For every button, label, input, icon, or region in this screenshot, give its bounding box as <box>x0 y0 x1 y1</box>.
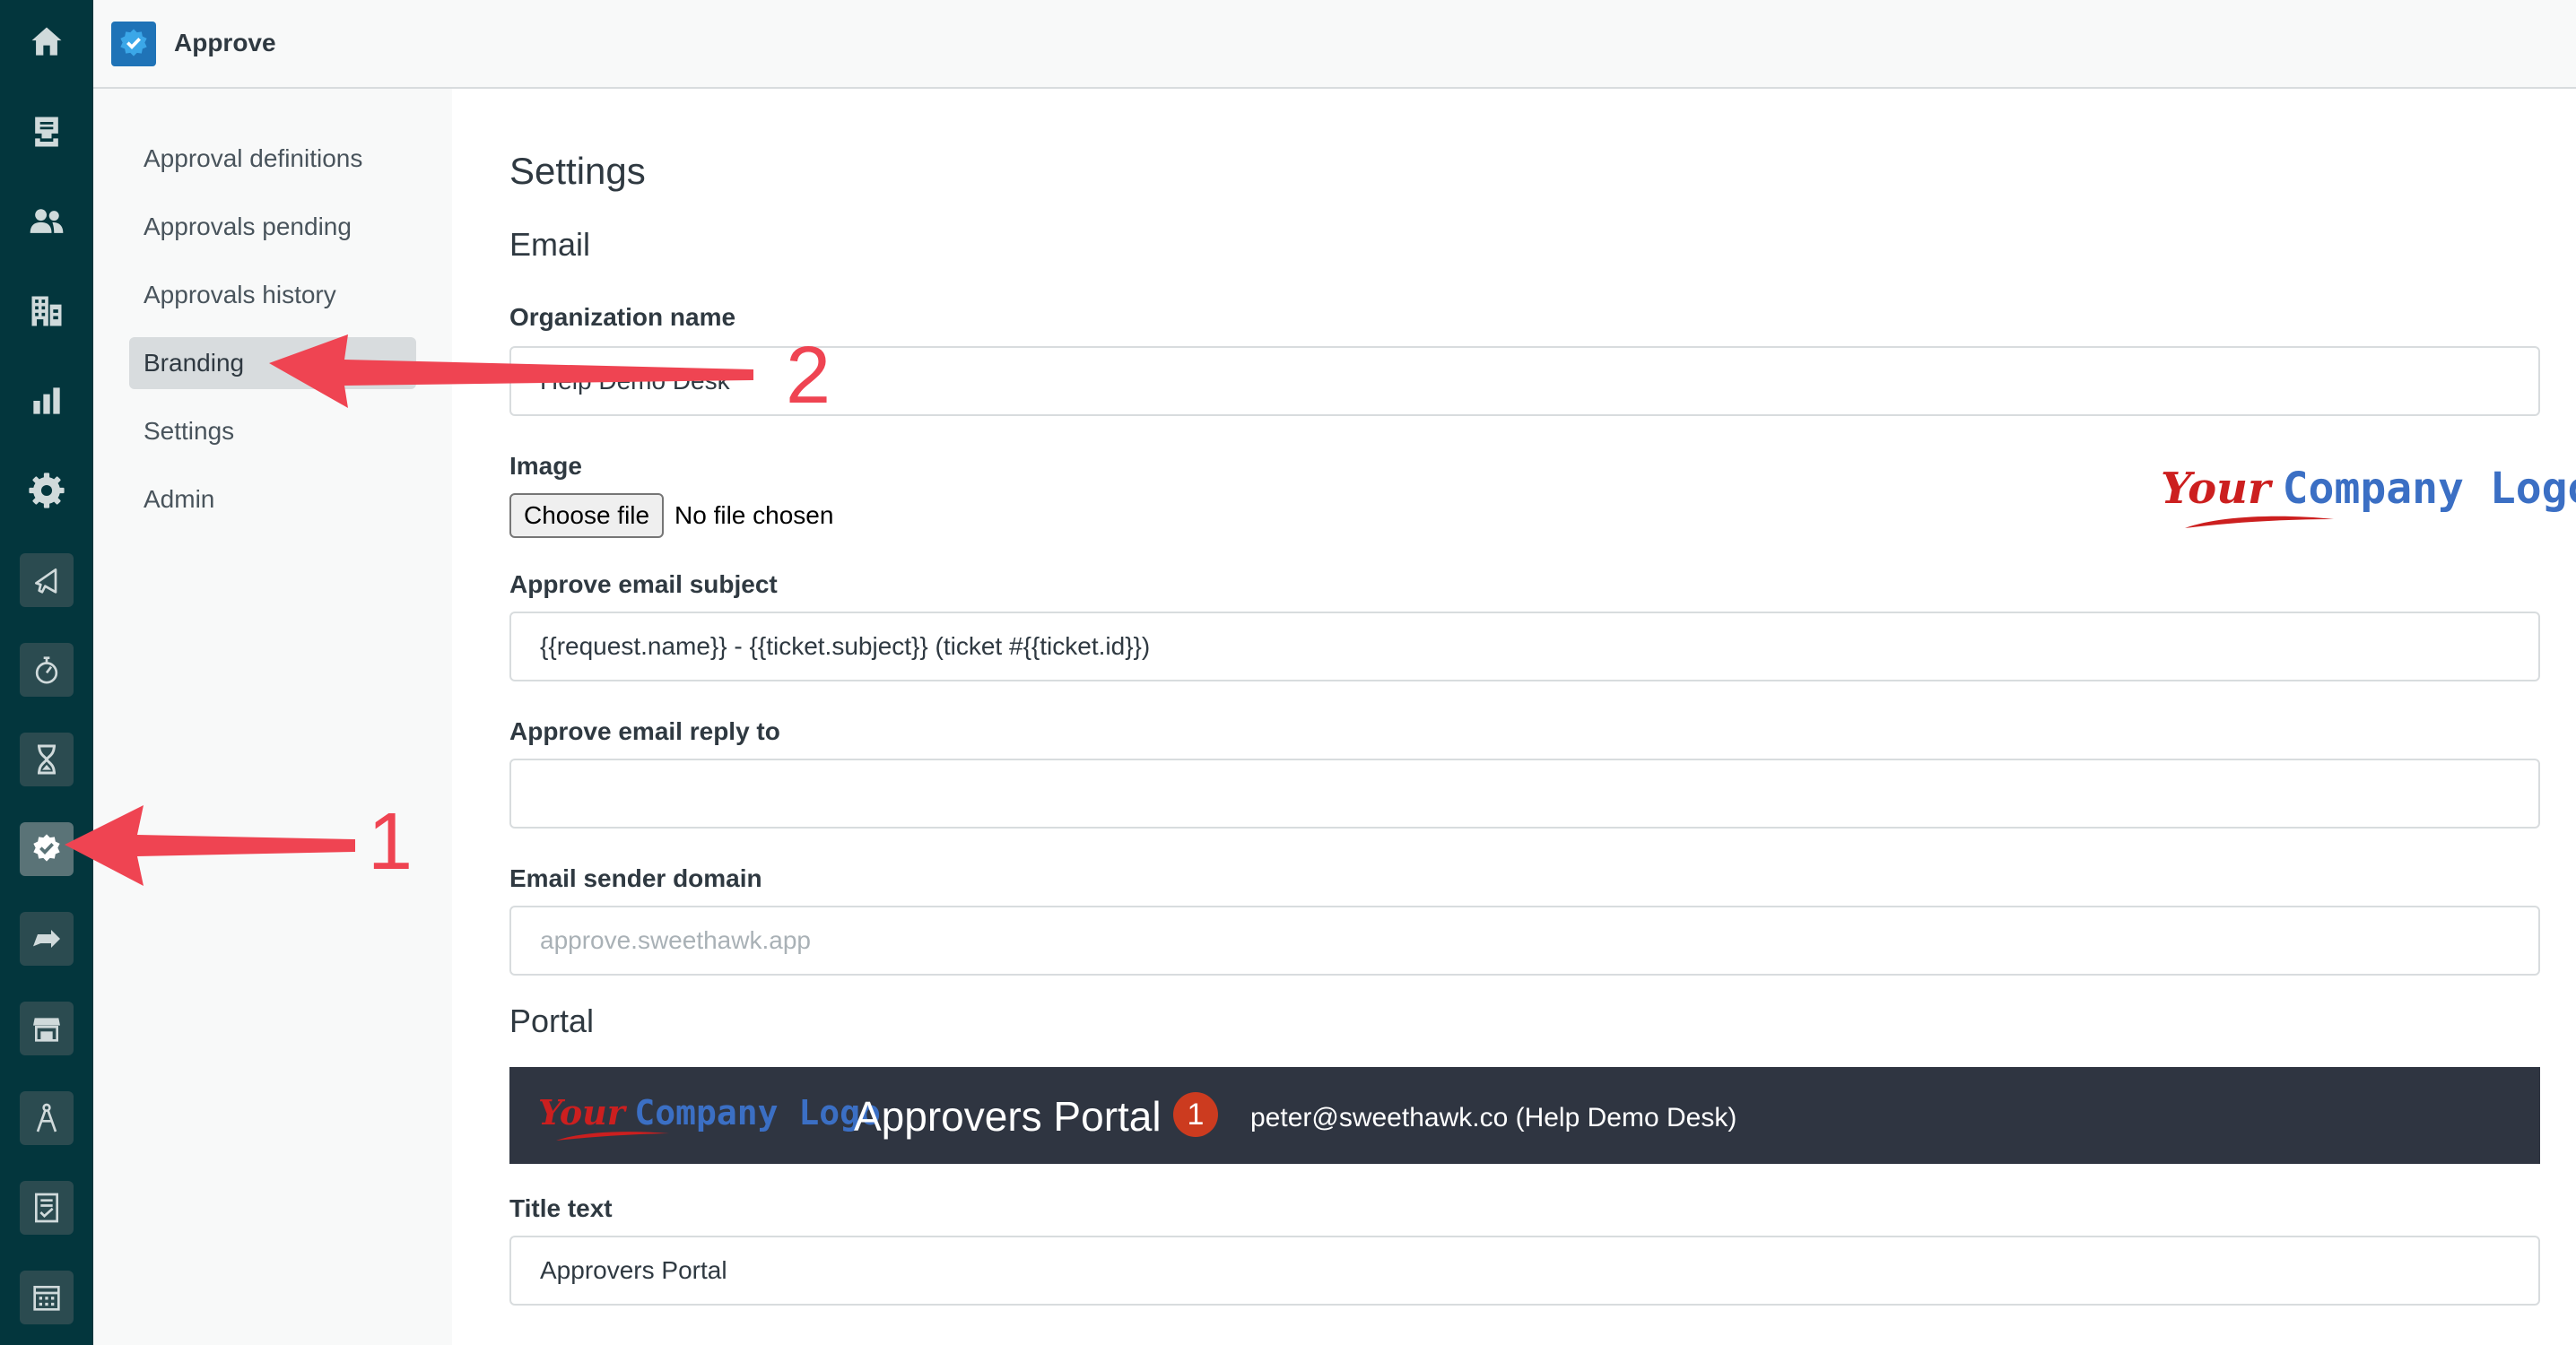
file-status: No file chosen <box>674 501 834 529</box>
title-text-label: Title text <box>509 1194 613 1222</box>
app-compass-icon[interactable] <box>20 1091 74 1145</box>
logo-company-text: Company Logo <box>2282 464 2576 514</box>
nav-admin[interactable]: Admin <box>129 473 416 525</box>
nav-approvals-history[interactable]: Approvals history <box>129 269 416 321</box>
portal-logo-swoosh <box>556 1132 669 1141</box>
nav-approvals-pending[interactable]: Approvals pending <box>129 201 416 253</box>
subject-label: Approve email subject <box>509 570 778 598</box>
app-checklist-icon[interactable] <box>20 1181 74 1235</box>
app-calendar-icon[interactable] <box>20 1271 74 1324</box>
portal-user: peter@sweethawk.co (Help Demo Desk) <box>1250 1103 1737 1132</box>
sender-domain-input[interactable]: approve.sweethawk.app <box>509 906 2540 976</box>
portal-section-heading: Portal <box>509 1002 595 1039</box>
portal-logo-your: Your <box>538 1092 625 1132</box>
logo-your-text: Your <box>2161 464 2271 514</box>
page-title: Settings <box>509 150 646 192</box>
logo-swoosh <box>2185 516 2334 528</box>
reply-to-label: Approve email reply to <box>509 717 780 745</box>
image-label: Image <box>509 452 582 480</box>
app-gauge-icon[interactable] <box>20 643 74 697</box>
org-name-label: Organization name <box>509 303 736 331</box>
app-header: Approve <box>93 0 2576 89</box>
portal-logo-company: Company Logo <box>634 1093 881 1132</box>
app-store-icon[interactable] <box>20 1002 74 1055</box>
tickets-icon[interactable] <box>20 105 74 159</box>
choose-file-button[interactable]: Choose file <box>509 493 665 538</box>
organizations-icon[interactable] <box>20 284 74 338</box>
email-section-heading: Email <box>509 226 591 263</box>
app-approve-icon[interactable] <box>20 822 74 876</box>
nav-settings[interactable]: Settings <box>129 405 416 457</box>
nav-approval-definitions[interactable]: Approval definitions <box>129 133 416 185</box>
app-megaphone-icon[interactable] <box>20 553 74 607</box>
settings-panel: Settings Email Organization name Help De… <box>452 89 2576 1345</box>
secondary-nav: Approval definitions Approvals pending A… <box>93 89 452 1345</box>
product-rail <box>0 0 93 1345</box>
app-hourglass-icon[interactable] <box>20 733 74 786</box>
annotation-number-1: 1 <box>368 797 413 887</box>
sender-domain-label: Email sender domain <box>509 864 762 892</box>
nav-branding[interactable]: Branding <box>129 337 416 389</box>
app-title: Approve <box>174 29 276 56</box>
reply-to-input[interactable] <box>509 759 2540 829</box>
title-text-input[interactable]: Approvers Portal <box>509 1236 2540 1306</box>
users-icon[interactable] <box>20 195 74 248</box>
subject-input[interactable]: {{request.name}} - {{ticket.subject}} (t… <box>509 612 2540 681</box>
company-logo-preview: Your Company Logo <box>2161 464 2576 514</box>
portal-title: Approvers Portal <box>854 1093 1162 1140</box>
approve-logo-icon <box>111 22 156 66</box>
annotation-number-2: 2 <box>786 331 831 421</box>
admin-gear-icon[interactable] <box>20 464 74 517</box>
home-icon[interactable] <box>20 15 74 69</box>
portal-preview: Your Company Logo Approvers Portal 1 pet… <box>509 1067 2540 1164</box>
reporting-icon[interactable] <box>20 374 74 428</box>
app-arrow-icon[interactable] <box>20 912 74 966</box>
pending-count-badge: 1 <box>1173 1092 1218 1137</box>
